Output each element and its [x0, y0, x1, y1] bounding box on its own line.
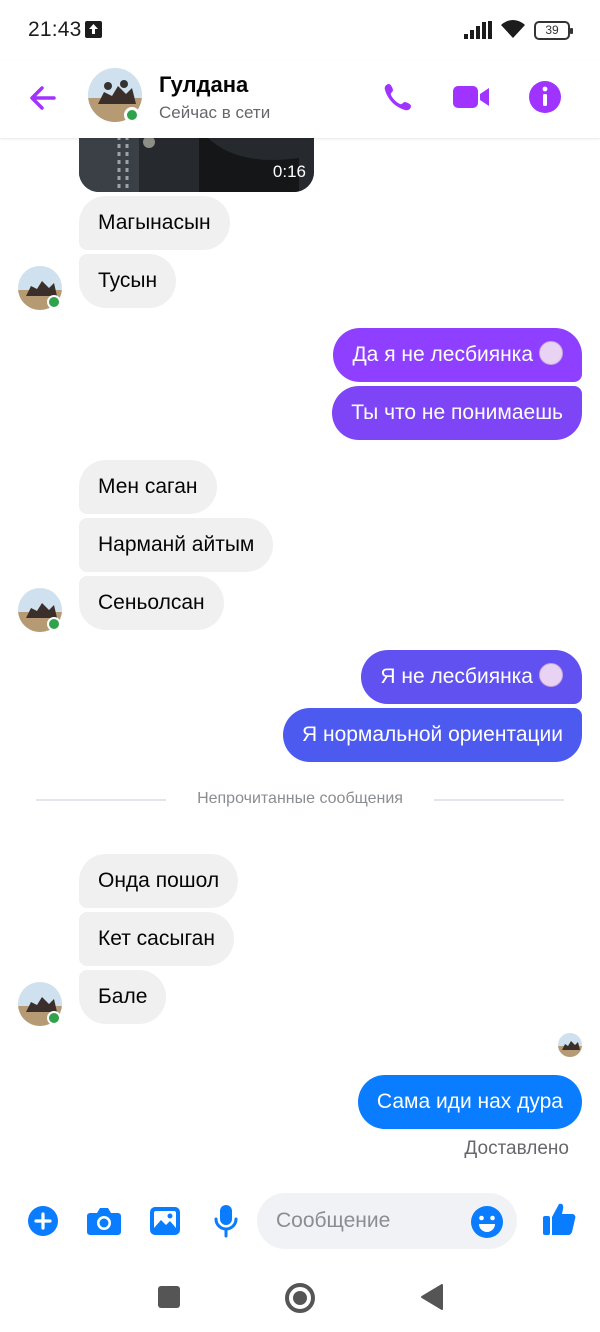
incoming-message[interactable]: Мен саган [79, 460, 217, 514]
woman-facepalm-emoji-icon [539, 663, 563, 688]
video-message[interactable]: 0:16 [79, 138, 314, 192]
info-icon [529, 81, 561, 113]
delivery-status: Доставлено [464, 1138, 569, 1159]
gallery-icon [150, 1207, 180, 1235]
unread-divider: Непрочитанные сообщения [36, 790, 564, 810]
camera-button[interactable] [83, 1200, 125, 1242]
upload-notification-icon [85, 21, 102, 38]
incoming-message[interactable]: Нарманй айтым [79, 518, 274, 572]
microphone-icon [214, 1205, 238, 1238]
status-icons: 39 [464, 20, 573, 40]
info-button[interactable] [525, 77, 565, 117]
phone-icon [384, 84, 411, 111]
incoming-message[interactable]: Тусын [79, 254, 177, 308]
signal-icon [464, 21, 492, 39]
message-text: Я не лесбиянка [380, 665, 533, 688]
contact-name[interactable]: Гулдана [159, 72, 248, 98]
conversation-header: Гулдана Сейчас в сети [0, 60, 600, 138]
outgoing-message[interactable]: Ты что не понимаешь [332, 386, 582, 440]
video-call-icon [453, 86, 489, 108]
seen-receipt-avatar [558, 1033, 582, 1057]
video-call-button[interactable] [451, 77, 491, 117]
status-time: 21:43 [28, 18, 82, 41]
home-circle-icon [285, 1283, 315, 1313]
message-text: Да я не лесбиянка [352, 343, 533, 366]
emoji-button[interactable] [470, 1205, 504, 1239]
incoming-message[interactable]: Бале [79, 970, 167, 1024]
voice-message-button[interactable] [205, 1200, 247, 1242]
video-duration: 0:16 [272, 162, 306, 181]
emoji-icon [471, 1206, 503, 1238]
recents-button[interactable] [158, 1286, 180, 1308]
like-button[interactable] [538, 1198, 580, 1240]
triangle-back-icon [421, 1284, 443, 1310]
more-actions-button[interactable] [22, 1200, 64, 1242]
message-list[interactable]: 0:16 Магынасын Тусын Да я не лесбиянка Т… [0, 138, 600, 1178]
wifi-icon [501, 20, 525, 38]
outgoing-message[interactable]: Я не лесбиянка [361, 650, 582, 704]
outgoing-message[interactable]: Да я не лесбиянка [333, 328, 582, 382]
online-indicator [124, 107, 140, 123]
unread-divider-text: Непрочитанные сообщения [197, 790, 403, 807]
battery-indicator: 39 [534, 20, 573, 40]
back-button[interactable] [24, 79, 62, 117]
incoming-message[interactable]: Магынасын [79, 196, 230, 250]
status-bar: 21:43 39 [0, 0, 600, 60]
system-nav-bar [0, 1264, 600, 1332]
thumbs-up-icon [543, 1203, 576, 1235]
incoming-message[interactable]: Сеньолсан [79, 576, 224, 630]
online-indicator [47, 617, 61, 631]
voice-call-button[interactable] [378, 77, 418, 117]
contact-status: Сейчас в сети [159, 103, 271, 122]
outgoing-message[interactable]: Я нормальной ориентации [282, 708, 582, 762]
online-indicator [47, 295, 61, 309]
message-composer [0, 1178, 600, 1264]
incoming-message[interactable]: Кет сасыган [79, 912, 234, 966]
online-indicator [47, 1011, 61, 1025]
camera-icon [87, 1208, 121, 1235]
system-back-button[interactable] [418, 1282, 444, 1312]
home-button[interactable] [284, 1282, 316, 1314]
incoming-message[interactable]: Онда пошол [79, 854, 239, 908]
outgoing-message[interactable]: Сама иди нах дура [357, 1075, 582, 1129]
gallery-button[interactable] [144, 1200, 186, 1242]
back-arrow-icon [30, 86, 56, 110]
plus-icon [28, 1206, 58, 1236]
woman-facepalm-emoji-icon [539, 341, 563, 366]
